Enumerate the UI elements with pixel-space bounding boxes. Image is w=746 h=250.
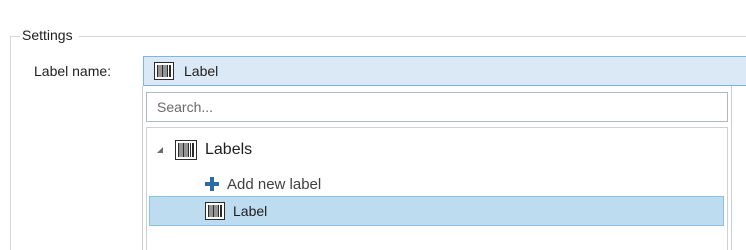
label-name-combobox[interactable]: Label [143,56,746,86]
label-name-label: Label name: [34,63,112,79]
selected-label-value: Label [184,63,219,79]
barcode-icon [154,62,174,80]
settings-window: Settings Label name: Label Search... Lab… [0,0,746,250]
settings-group-title: Settings [20,26,79,44]
add-new-label-text: Add new label [227,175,322,193]
tree-item-label-selected[interactable]: Label [149,196,724,226]
tree-item-label-text: Label [233,203,268,219]
barcode-icon [205,202,225,220]
tree-node-labels[interactable]: Labels [157,136,252,164]
expand-arrow-icon[interactable] [157,147,163,153]
labels-tree: Labels Add new label Label [146,127,728,250]
tree-node-labels-text: Labels [205,141,253,158]
search-input[interactable] [146,92,728,122]
barcode-icon [175,140,197,160]
plus-icon [205,177,219,191]
add-new-label-item[interactable]: Add new label [205,170,321,198]
